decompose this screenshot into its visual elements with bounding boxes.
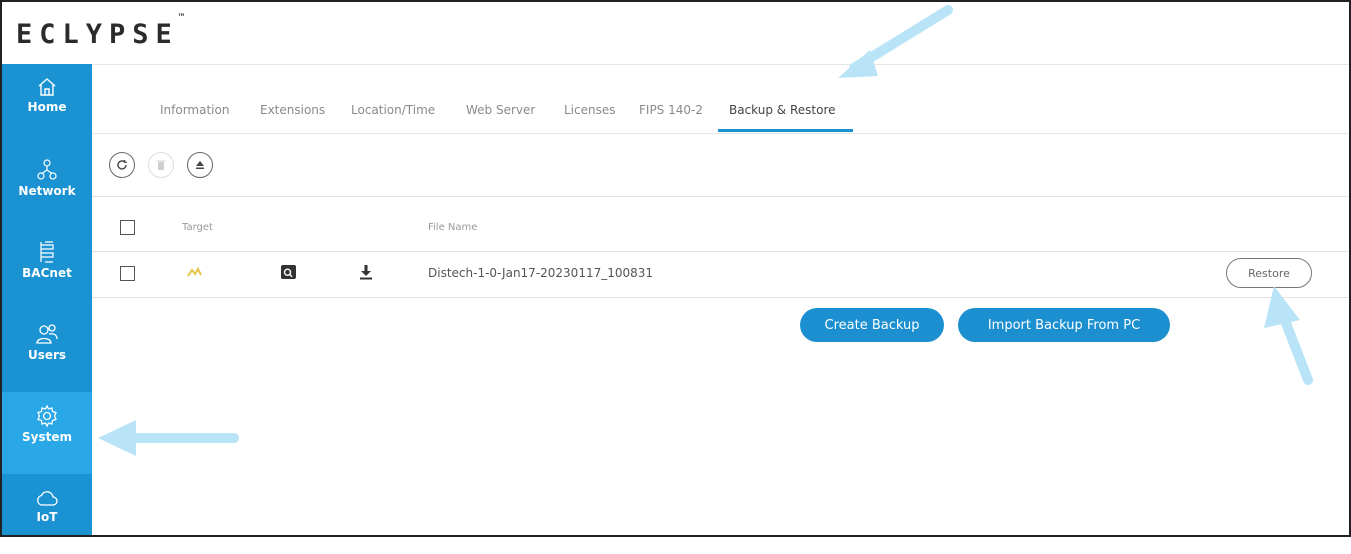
tab-licenses[interactable]: Licenses [564,103,616,117]
tab-web-server[interactable]: Web Server [466,103,535,117]
trash-icon [157,160,165,170]
sidebar-item-system[interactable]: System [2,392,92,474]
gear-icon [37,404,57,428]
users-icon [36,324,58,344]
restore-button[interactable]: Restore [1226,258,1312,288]
table-header-divider [92,251,1349,252]
eject-icon [196,161,204,169]
sidebar-item-network[interactable]: Network [2,146,92,224]
sidebar-item-label: IoT [36,510,58,524]
sidebar-item-label: Users [27,348,67,362]
tab-information[interactable]: Information [160,103,229,117]
sidebar-item-label: BACnet [22,266,72,280]
preview-button[interactable] [281,265,296,279]
sidebar-item-label: Network [18,184,76,198]
sidebar-item-label: Home [27,100,67,114]
file-name-cell: Distech-1-0-Jan17-20230117_100831 [428,266,654,280]
row-checkbox[interactable] [120,266,135,281]
column-header-target: Target [182,222,213,233]
refresh-button[interactable] [109,152,135,178]
annotation-arrow-system [98,420,239,456]
refresh-icon [117,160,127,170]
eject-button[interactable] [187,152,213,178]
app-window: ECLYPSE™ Home Network BACnet Users Syste… [0,0,1351,537]
tab-fips[interactable]: FIPS 140-2 [639,103,703,117]
tabs-divider [92,133,1349,134]
sidebar-item-label: System [22,430,72,444]
tab-backup-restore[interactable]: Backup & Restore [729,103,836,117]
active-tab-indicator [718,129,853,132]
column-header-file-name: File Name [428,222,478,233]
table-top-divider [92,196,1349,197]
network-icon [37,159,57,180]
delete-button[interactable] [148,152,174,178]
tab-location-time[interactable]: Location/Time [351,103,435,117]
sidebar-item-home[interactable]: Home [2,64,92,142]
target-icon [187,266,202,277]
sidebar: Home Network BACnet Users System IoT [2,64,92,535]
sidebar-item-bacnet[interactable]: BACnet [2,228,92,306]
home-icon [38,78,56,96]
eclypse-logo: ECLYPSE™ [16,13,185,50]
table-bottom-divider [92,297,1349,298]
bacnet-icon [40,241,54,263]
tab-extensions[interactable]: Extensions [260,103,325,117]
import-backup-button[interactable]: Import Backup From PC [958,308,1170,342]
cloud-icon [37,491,58,506]
sidebar-item-iot[interactable]: IoT [2,476,92,554]
search-icon [283,268,293,278]
select-all-checkbox[interactable] [120,220,135,235]
download-icon[interactable] [359,264,373,280]
sidebar-item-users[interactable]: Users [2,310,92,388]
create-backup-button[interactable]: Create Backup [800,308,944,342]
top-bar: ECLYPSE™ [2,2,1349,65]
